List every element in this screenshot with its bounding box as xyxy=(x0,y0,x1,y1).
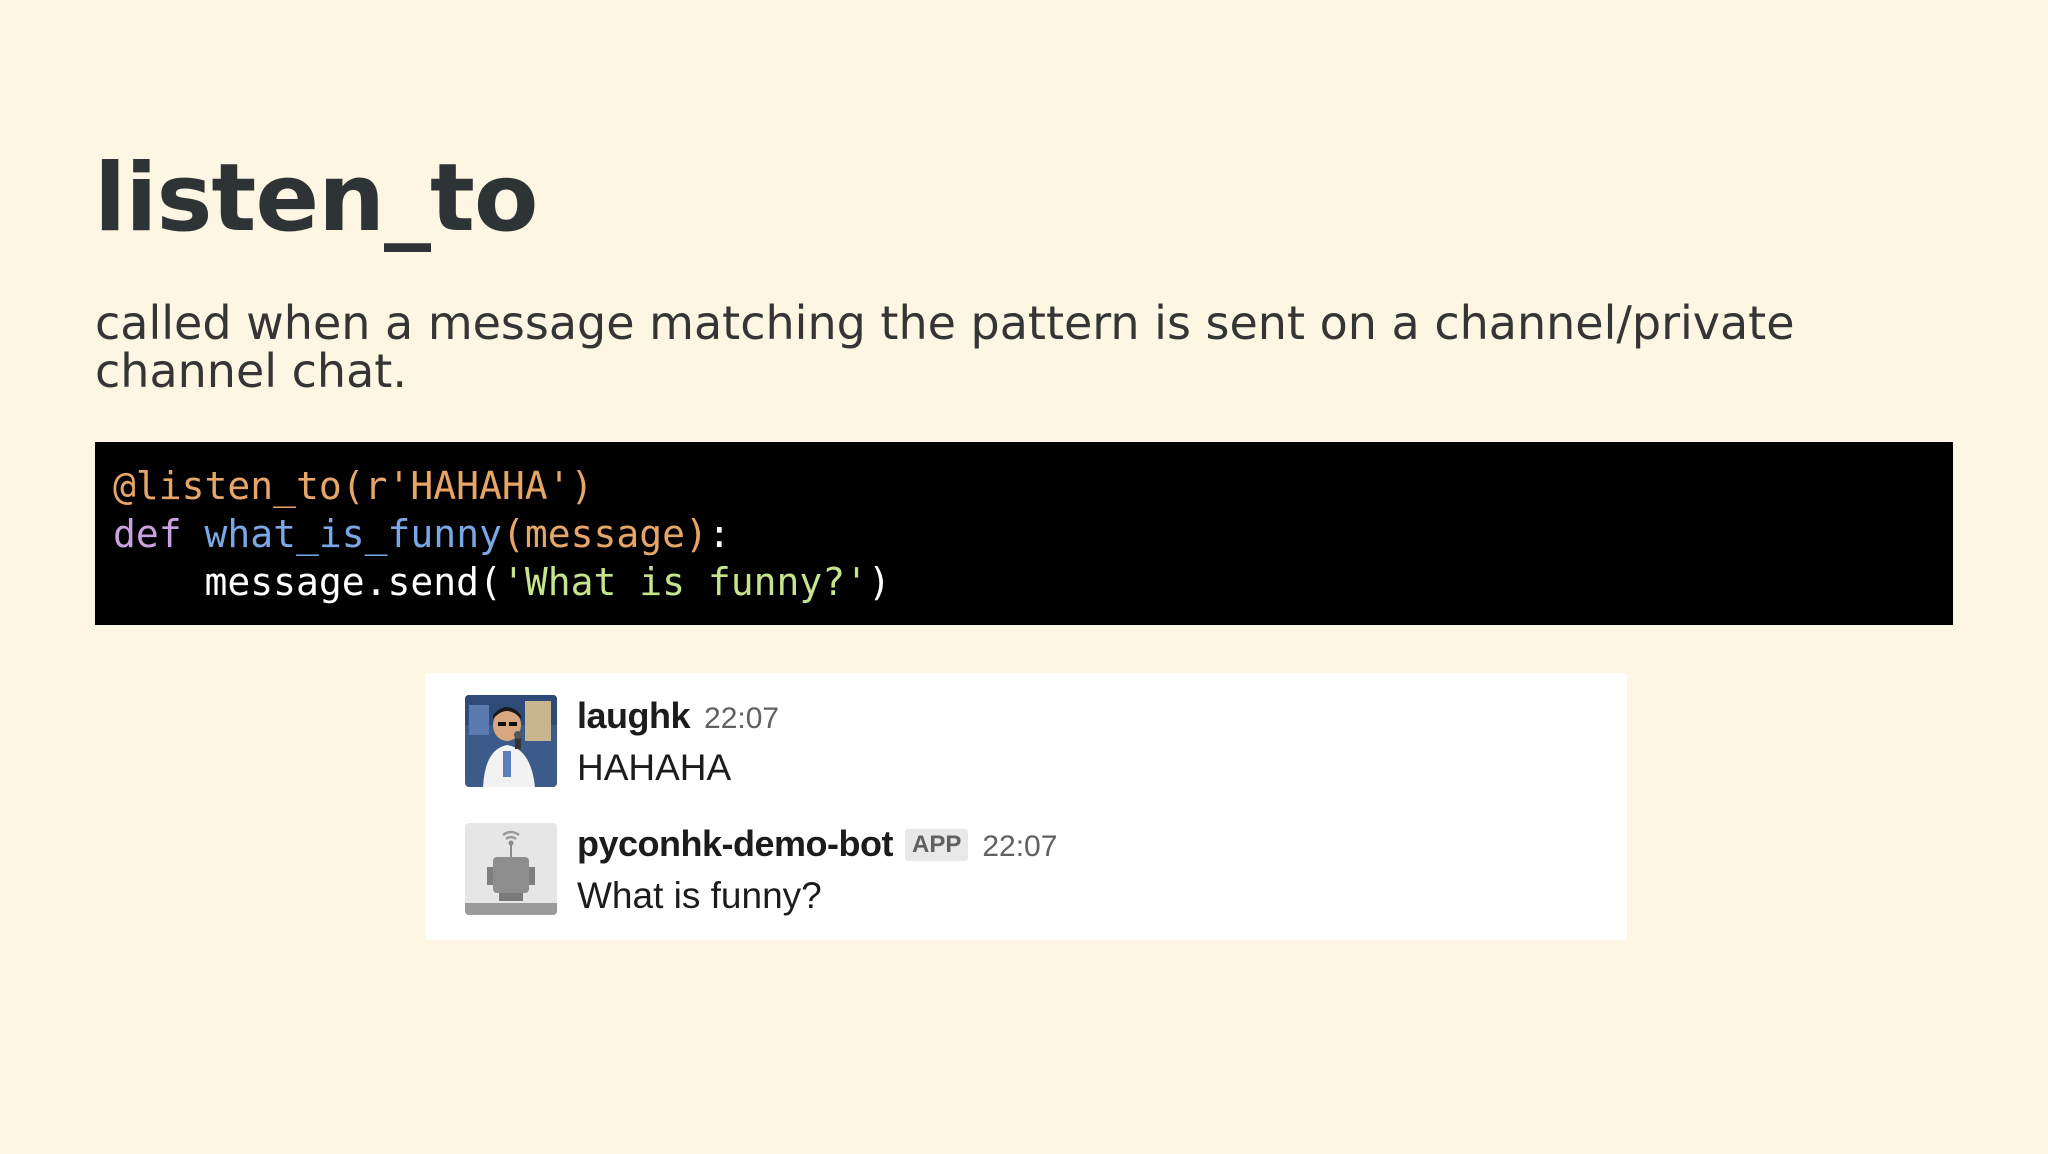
slide-title: listen_to xyxy=(94,144,539,253)
code-line-decorator: @listen_to(r'HAHAHA') xyxy=(113,462,1953,510)
message-header: pyconhk-demo-bot APP 22:07 xyxy=(577,823,1577,871)
robot-avatar-icon[interactable] xyxy=(465,823,557,915)
app-badge: APP xyxy=(904,829,969,861)
code-paren-open: ( xyxy=(501,512,525,556)
user-photo-avatar[interactable] xyxy=(465,695,557,787)
code-keyword-def: def xyxy=(113,512,182,556)
code-decorator: @listen_to(r'HAHAHA') xyxy=(113,464,594,508)
user-photo-avatar-image xyxy=(465,695,557,787)
sender-name[interactable]: laughk xyxy=(577,695,691,737)
code-paren-close: ) xyxy=(685,512,708,556)
code-colon: : xyxy=(707,512,731,556)
code-block: @listen_to(r'HAHAHA') def what_is_funny(m… xyxy=(95,442,1953,625)
robot-icon xyxy=(465,823,557,915)
message-text: HAHAHA xyxy=(577,747,732,788)
chat-card: laughk 22:07 HAHAHA pyconhk-demo-bot APP… xyxy=(425,673,1627,940)
code-call: message.send( xyxy=(204,560,502,604)
slide: listen_to called when a message matching… xyxy=(0,0,2048,1154)
message-text: What is funny? xyxy=(577,875,822,916)
message-header: laughk 22:07 xyxy=(577,695,1577,743)
code-string: 'What is funny?' xyxy=(501,560,868,604)
sender-name[interactable]: pyconhk-demo-bot xyxy=(577,823,893,865)
code-function-name: what_is_funny xyxy=(204,512,502,556)
message-body: pyconhk-demo-bot APP 22:07 What is funny… xyxy=(577,823,1577,917)
code-line-def: def what_is_funny(message): xyxy=(113,510,1953,558)
code-call-close: ) xyxy=(867,560,891,604)
message-timestamp[interactable]: 22:07 xyxy=(704,702,779,736)
message-timestamp[interactable]: 22:07 xyxy=(982,830,1057,864)
code-line-call: message.send('What is funny?') xyxy=(113,558,1953,606)
message-body: laughk 22:07 HAHAHA xyxy=(577,695,1577,789)
code-param: message xyxy=(524,512,685,556)
slide-subtitle: called when a message matching the patte… xyxy=(95,296,1795,398)
